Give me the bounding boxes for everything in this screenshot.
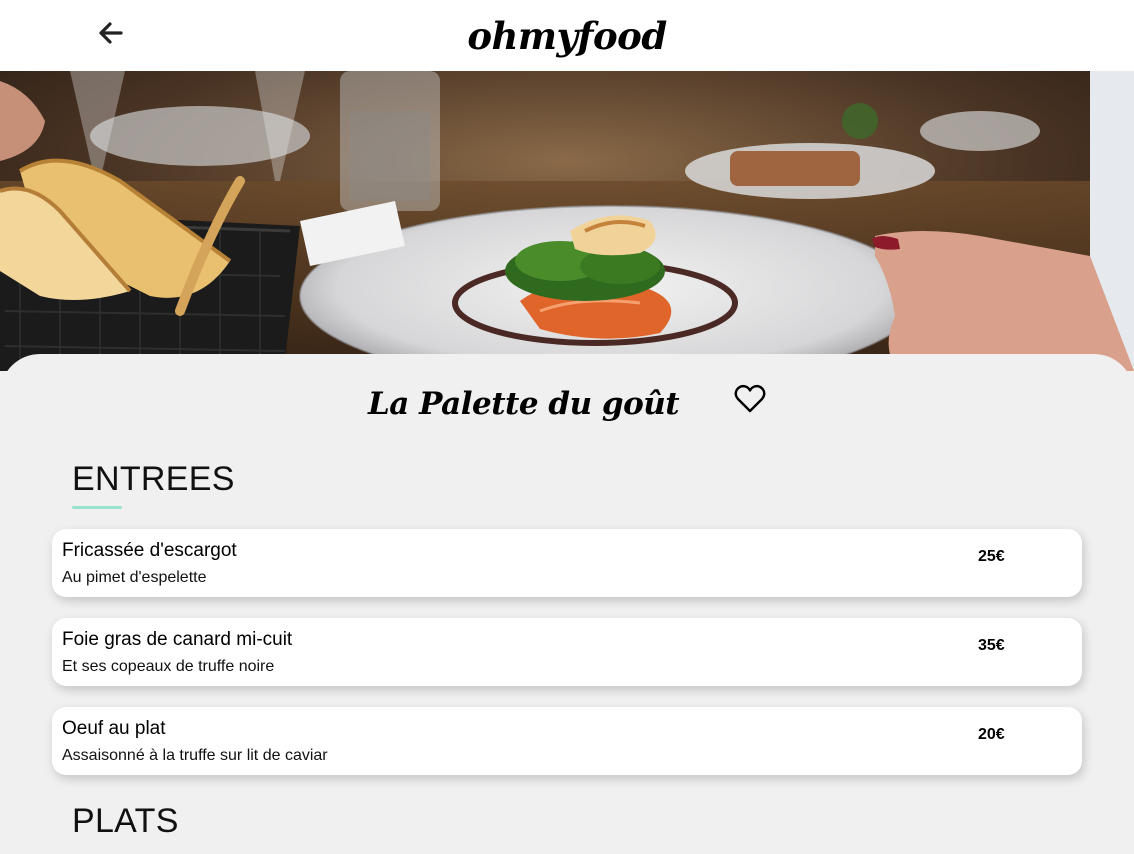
dish-card[interactable]: Fricassée d'escargot Au pimet d'espelett…	[52, 529, 1082, 597]
app-header: ohmyfood	[0, 0, 1134, 71]
restaurant-header: La Palette du goût	[0, 382, 1134, 432]
section-underline	[72, 506, 122, 509]
arrow-left-icon	[97, 21, 123, 50]
dish-card[interactable]: Oeuf au plat Assaisonné à la truffe sur …	[52, 707, 1082, 775]
back-button[interactable]	[95, 20, 125, 50]
section-title-entrees: ENTREES	[72, 460, 235, 498]
hero-image	[0, 71, 1134, 371]
menu-panel: La Palette du goût ENTREES Fricassée d'e…	[0, 354, 1134, 854]
dish-description: Assaisonné à la truffe sur lit de caviar	[62, 747, 328, 764]
dish-description: Et ses copeaux de truffe noire	[62, 658, 275, 675]
dish-name: Oeuf au plat	[62, 718, 166, 739]
dish-name: Fricassée d'escargot	[62, 540, 237, 561]
dish-price: 35€	[978, 637, 1005, 654]
dish-name: Foie gras de canard mi-cuit	[62, 629, 293, 650]
app-logo[interactable]: ohmyfood	[467, 14, 667, 58]
section-title-plats: PLATS	[72, 802, 179, 840]
dish-description: Au pimet d'espelette	[62, 569, 207, 586]
dish-price: 25€	[978, 548, 1005, 565]
favorite-button[interactable]	[733, 382, 767, 416]
heart-outline-icon	[733, 384, 767, 420]
restaurant-title: La Palette du goût	[368, 386, 680, 422]
dish-price: 20€	[978, 726, 1005, 743]
dish-card[interactable]: Foie gras de canard mi-cuit Et ses copea…	[52, 618, 1082, 686]
